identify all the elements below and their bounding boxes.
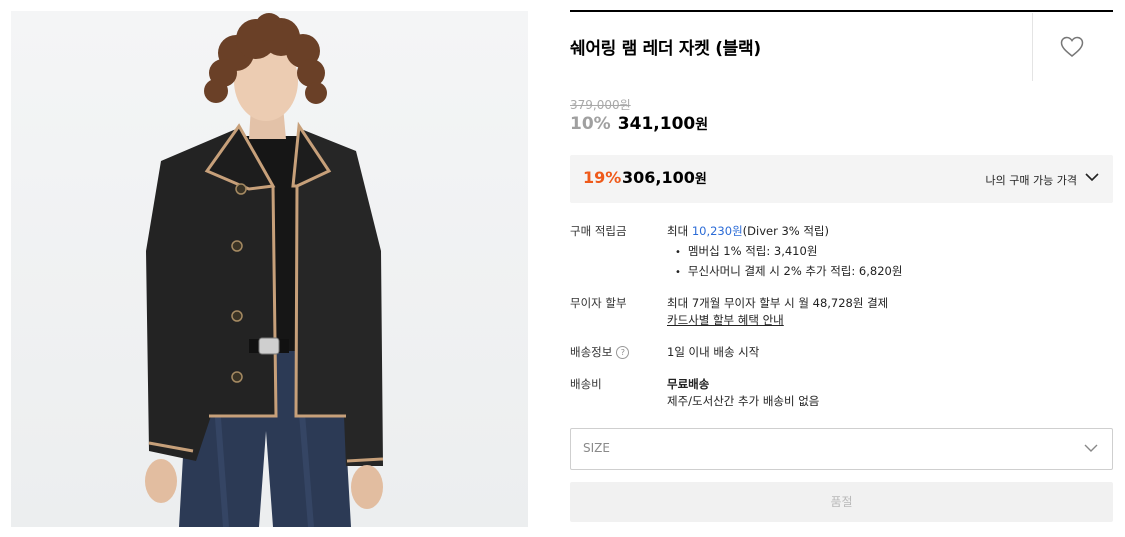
chevron-down-icon: [1085, 173, 1099, 182]
sale-price-row: 10% 341,100원: [570, 114, 708, 134]
sale-price-currency: 원: [695, 117, 709, 133]
heart-outline-icon: [1060, 36, 1084, 57]
shipping-fee-label: 배송비: [570, 377, 602, 391]
member-price-box[interactable]: 19% 306,100원 나의 구매 가능 가격: [570, 155, 1113, 203]
list-item: 멤버십 1% 적립: 3,410원: [675, 243, 902, 263]
top-divider: [570, 10, 1113, 12]
member-price-amount: 306,100: [622, 168, 695, 187]
points-label: 구매 적립금: [570, 224, 627, 238]
shipping-info-text: 1일 이내 배송 시작: [667, 345, 760, 359]
points-suffix: (Diver 3% 적립): [742, 224, 830, 238]
title-divider: [1032, 13, 1033, 81]
original-price: 379,000원: [570, 98, 631, 112]
member-discount-rate: 19%: [583, 168, 622, 187]
product-info-panel: 쉐어링 램 레더 자켓 (블랙) 379,000원 10% 341,100원 1…: [570, 0, 1113, 537]
chevron-down-icon: [1084, 444, 1098, 452]
size-select-placeholder: SIZE: [583, 441, 610, 455]
installment-label: 무이자 할부: [570, 296, 627, 310]
shipping-info-label-text: 배송정보: [570, 345, 613, 359]
points-amount: 10,230원: [691, 224, 743, 238]
member-price-currency: 원: [694, 172, 707, 187]
member-price: 306,100원: [622, 168, 707, 187]
product-title: 쉐어링 램 레더 자켓 (블랙): [570, 39, 761, 59]
shipping-info-label: 배송정보?: [570, 344, 630, 360]
shipping-fee-note: 제주/도서산간 추가 배송비 없음: [667, 394, 820, 408]
size-select[interactable]: SIZE: [570, 428, 1113, 470]
sale-price: 341,100: [617, 114, 696, 134]
installment-text: 최대 7개월 무이자 할부 시 월 48,728원 결제: [667, 296, 889, 310]
soldout-button[interactable]: 품절: [570, 482, 1113, 522]
help-icon[interactable]: ?: [616, 346, 630, 359]
card-benefit-link[interactable]: 카드사별 할부 혜택 안내: [667, 312, 784, 328]
wishlist-button[interactable]: [1055, 30, 1089, 64]
member-price-label: 나의 구매 가능 가격: [985, 174, 1077, 187]
list-item: 무신사머니 결제 시 2% 추가 적립: 6,820원: [675, 263, 903, 283]
points-value: 최대 10,230원(Diver 3% 적립): [667, 223, 829, 239]
discount-rate: 10%: [570, 114, 611, 134]
points-breakdown-list: 멤버십 1% 적립: 3,410원 무신사머니 결제 시 2% 추가 적립: 6…: [675, 243, 903, 283]
product-image: [11, 11, 528, 527]
points-prefix: 최대: [667, 224, 692, 238]
shipping-fee-text: 무료배송: [667, 377, 710, 391]
